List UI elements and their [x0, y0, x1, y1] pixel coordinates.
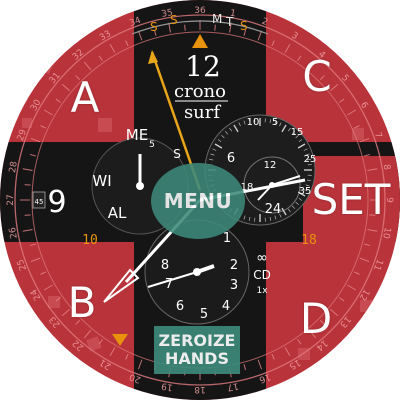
bezel-number: 27 — [6, 194, 16, 205]
bezel-number: 19 — [160, 380, 173, 392]
brand-surf: surf — [184, 102, 221, 123]
bezel-number: 18 — [194, 384, 206, 394]
hands-label: HANDS — [165, 349, 229, 368]
button-c[interactable] — [266, 0, 400, 134]
svg-text:24: 24 — [265, 202, 282, 217]
watch-face-screen: 1 2 3 4 5 6 7 8 9 10 11 12 13 14 15 16 17 18 19 20 21 22 23 24 2… — [0, 0, 400, 400]
svg-text:WI: WI — [92, 172, 111, 190]
svg-text:6: 6 — [176, 299, 184, 314]
button-b[interactable] — [0, 266, 134, 400]
brand-crono: crono — [174, 81, 226, 102]
svg-text:12: 12 — [264, 160, 277, 171]
zeroize-hands-button[interactable]: ZEROIZE HANDS — [154, 326, 240, 374]
bezel-tick — [184, 24, 186, 31]
svg-text:2: 2 — [230, 258, 238, 273]
bezel-number: 36 — [194, 6, 206, 16]
compass-letter: M — [212, 12, 222, 26]
date-window-value: 45 — [35, 198, 44, 206]
zeroize-label: ZEROIZE — [158, 331, 236, 350]
compass-letter: S — [170, 13, 178, 27]
svg-text:5: 5 — [200, 307, 208, 322]
compass-letter: T — [225, 15, 234, 29]
svg-text:S: S — [173, 147, 181, 161]
menu-button[interactable]: MENU — [151, 163, 245, 239]
button-d[interactable] — [266, 266, 400, 400]
svg-text:1: 1 — [223, 231, 231, 246]
bezel-number: 17 — [226, 380, 239, 392]
menu-button-label: MENU — [163, 189, 233, 213]
svg-text:8: 8 — [161, 258, 169, 273]
hour-12: 12 — [185, 50, 221, 83]
svg-text:6: 6 — [227, 151, 235, 166]
bezel-number: 26 — [8, 226, 20, 239]
left-indicator: 10 — [82, 233, 98, 248]
button-a[interactable] — [0, 0, 134, 134]
svg-text:AL: AL — [108, 204, 127, 222]
svg-text:4: 4 — [222, 299, 230, 314]
svg-text:10: 10 — [247, 117, 260, 128]
svg-text:5: 5 — [149, 140, 155, 150]
hour-9: 9 — [47, 185, 66, 220]
bezel-tick — [24, 214, 31, 216]
svg-text:∞: ∞ — [256, 250, 268, 266]
bezel-tick — [24, 184, 31, 186]
bezel-number: 28 — [8, 160, 20, 173]
compass-letter: S — [240, 19, 248, 33]
compass-letter: S — [150, 20, 158, 34]
set-button[interactable] — [300, 160, 400, 240]
svg-text:3: 3 — [230, 278, 238, 293]
